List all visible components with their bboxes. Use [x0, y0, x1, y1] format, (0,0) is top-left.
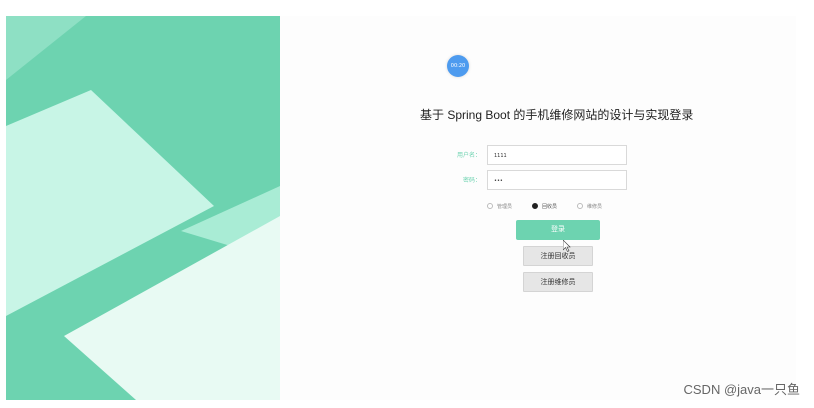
login-window — [6, 16, 796, 400]
decorative-shapes — [6, 16, 280, 400]
role-label-admin: 管理员 — [497, 203, 513, 210]
password-label: 密码： — [462, 177, 481, 184]
register-repairer-button[interactable]: 注册维修员 — [523, 272, 593, 292]
role-radio-recycler[interactable]: 回收员 — [532, 200, 557, 212]
decorative-panel — [6, 16, 280, 400]
radio-checked-icon — [532, 203, 538, 209]
watermark-text: CSDN @java一只鱼 — [683, 382, 801, 397]
password-input[interactable]: ••• — [487, 170, 627, 190]
page-title: 基于 Spring Boot 的手机维修网站的设计与实现登录 — [420, 108, 694, 122]
radio-icon — [577, 203, 583, 209]
timer-badge: 00:20 — [447, 55, 469, 77]
username-label: 用户名： — [456, 152, 481, 159]
username-row: 用户名： 1111 — [420, 145, 650, 167]
shape-top-left — [6, 16, 86, 80]
username-input[interactable]: 1111 — [487, 145, 627, 165]
radio-icon — [487, 203, 493, 209]
register-recycler-button[interactable]: 注册回收员 — [523, 246, 593, 266]
role-label-recycler: 回收员 — [542, 203, 558, 210]
login-button[interactable]: 登录 — [516, 220, 600, 240]
role-radio-admin[interactable]: 管理员 — [487, 200, 512, 212]
role-label-repairer: 维修员 — [587, 203, 603, 210]
mouse-cursor-icon — [563, 240, 571, 252]
role-radio-group: 管理员 回收员 维修员 — [487, 200, 627, 212]
password-row: 密码： ••• — [420, 170, 650, 192]
role-radio-repairer[interactable]: 维修员 — [577, 200, 602, 212]
